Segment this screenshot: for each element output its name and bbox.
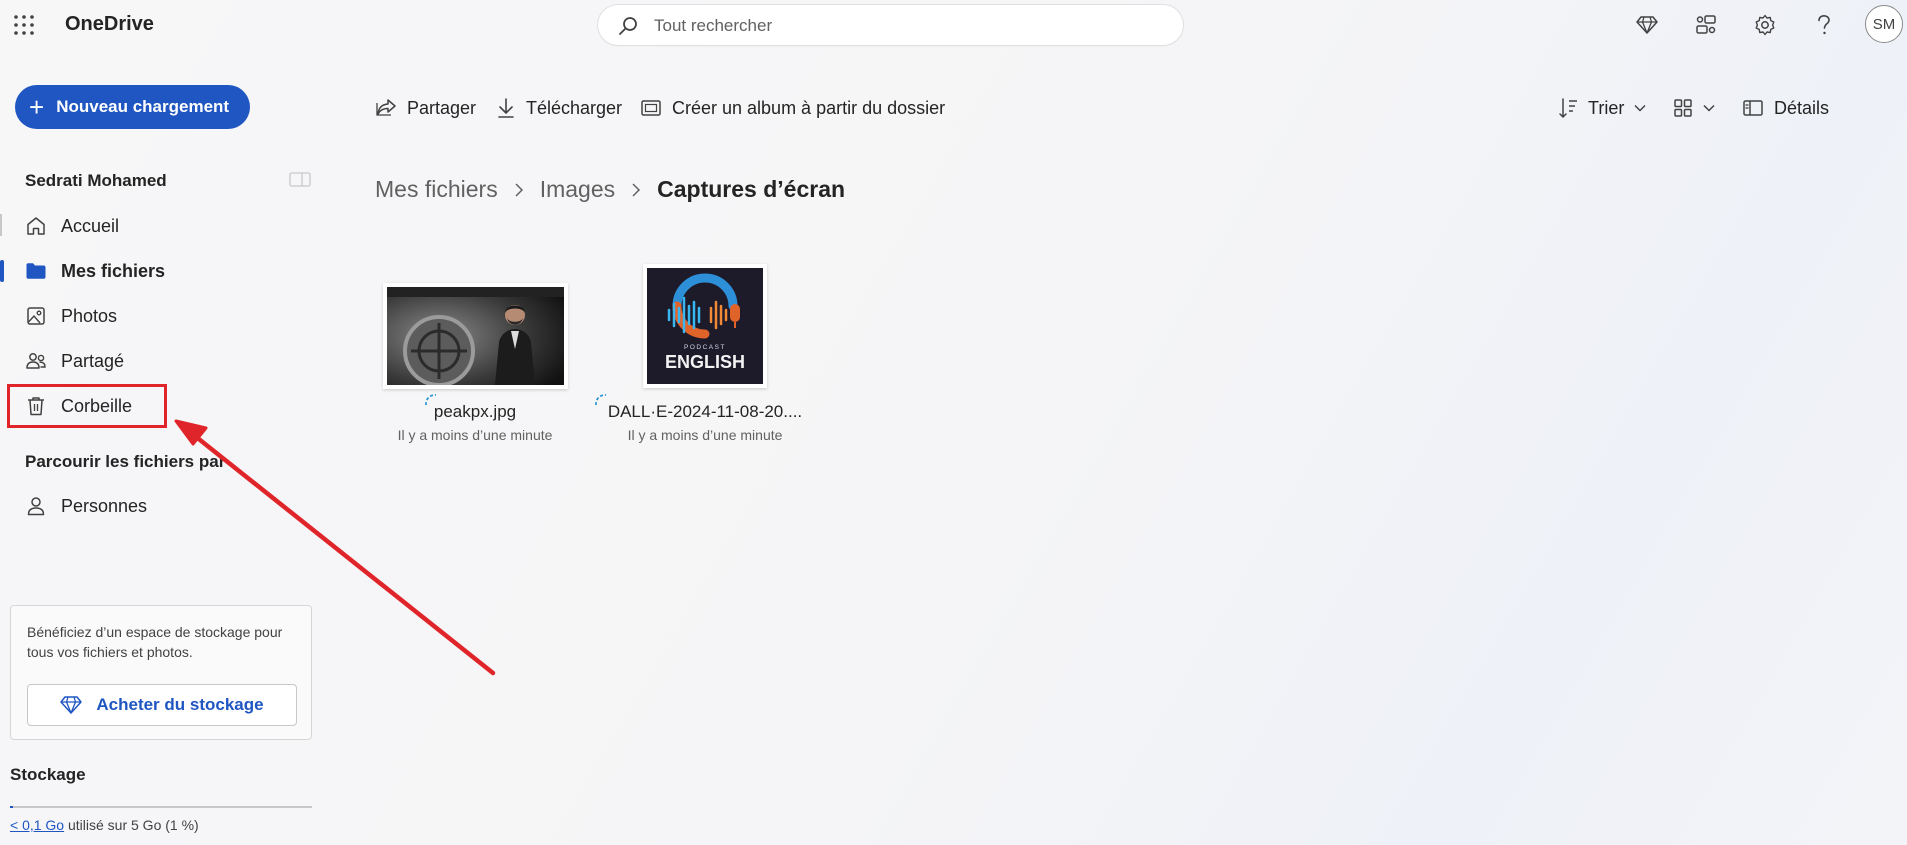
annotation-arrow (174, 419, 496, 676)
